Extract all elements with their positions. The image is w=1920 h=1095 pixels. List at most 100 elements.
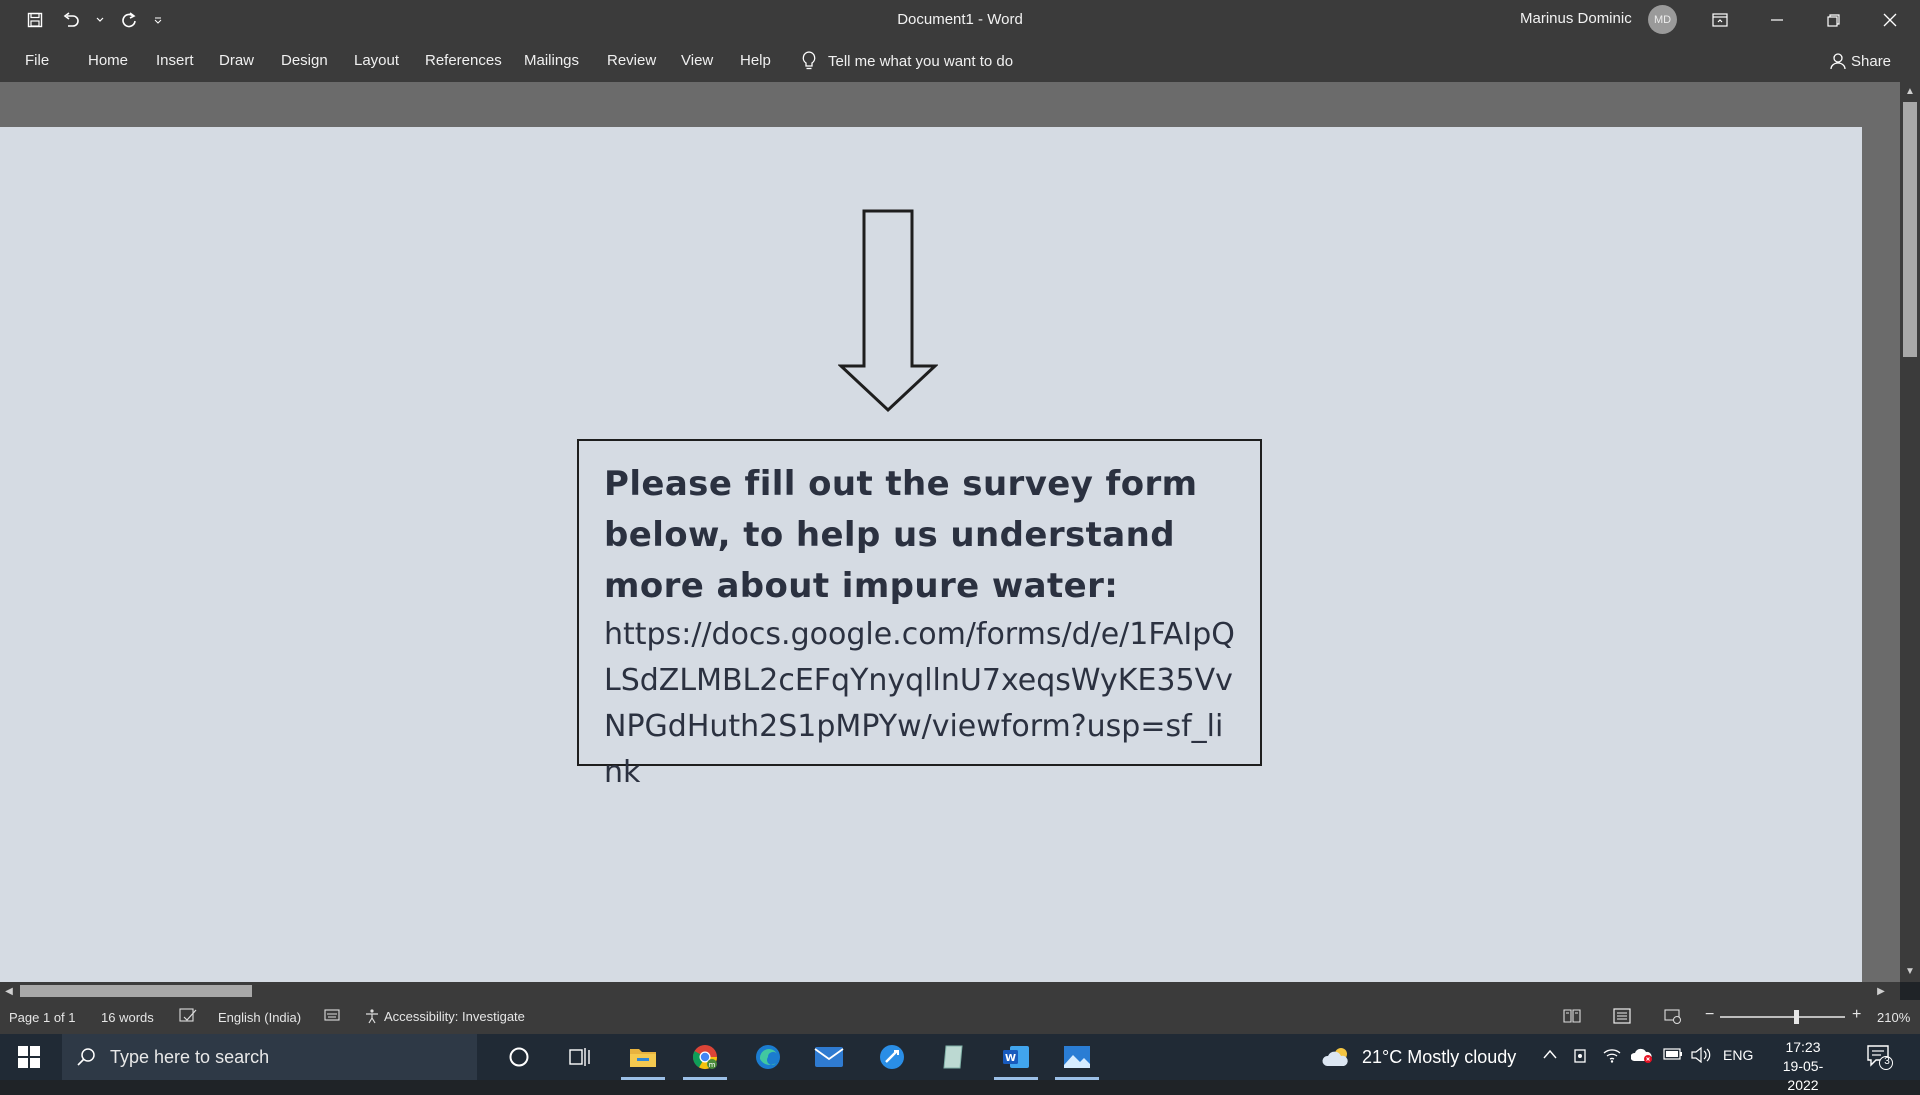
- language-indicator[interactable]: English (India): [218, 1010, 301, 1025]
- scroll-right-button[interactable]: ▶: [1872, 982, 1890, 1000]
- down-arrow-shape[interactable]: [838, 207, 938, 413]
- horizontal-scroll-thumb[interactable]: [20, 985, 252, 997]
- accessibility-checker[interactable]: Accessibility: Investigate: [364, 1008, 525, 1024]
- edge-icon: [756, 1045, 780, 1069]
- customize-icon: [154, 17, 162, 24]
- chevron-down-icon: [96, 17, 104, 22]
- undo-button[interactable]: [58, 8, 84, 32]
- tab-layout[interactable]: Layout: [354, 52, 399, 69]
- edge-button[interactable]: [740, 1034, 796, 1080]
- weather-label: 21°C Mostly cloudy: [1362, 1046, 1517, 1067]
- undo-icon: [63, 12, 79, 27]
- lightbulb-icon: [802, 51, 816, 70]
- taskbar-search[interactable]: Type here to search: [62, 1034, 477, 1080]
- tab-draw[interactable]: Draw: [219, 52, 254, 69]
- clock-date: 19-05-2022: [1782, 1058, 1824, 1093]
- chevron-up-icon: [1543, 1049, 1557, 1059]
- undo-dropdown[interactable]: [94, 8, 106, 32]
- cortana-icon: [509, 1047, 529, 1067]
- zoom-in-button[interactable]: +: [1852, 1006, 1861, 1024]
- horizontal-scrollbar[interactable]: ◀ ▶: [0, 982, 1900, 1000]
- proofing-button[interactable]: [179, 1008, 197, 1025]
- zoom-slider[interactable]: [1720, 1016, 1845, 1018]
- app-button[interactable]: [864, 1034, 920, 1080]
- ribbon-display-options-button[interactable]: [1697, 0, 1743, 40]
- tab-insert[interactable]: Insert: [156, 52, 194, 69]
- restore-button[interactable]: [1810, 0, 1856, 40]
- volume-icon[interactable]: [1691, 1046, 1711, 1066]
- app-icon: [880, 1045, 904, 1069]
- wifi-icon[interactable]: [1603, 1047, 1621, 1066]
- vertical-scroll-thumb[interactable]: [1903, 102, 1917, 357]
- tab-home[interactable]: Home: [88, 52, 128, 69]
- notification-count: 3: [1884, 1056, 1890, 1067]
- photos-button[interactable]: [1049, 1034, 1105, 1080]
- predictions-button[interactable]: [324, 1008, 340, 1025]
- zoom-slider-thumb[interactable]: [1794, 1010, 1799, 1024]
- tell-me-label: Tell me what you want to do: [828, 52, 1014, 70]
- web-layout-button[interactable]: [1664, 1008, 1682, 1027]
- meet-now-icon[interactable]: [1573, 1047, 1589, 1068]
- battery-icon[interactable]: [1663, 1047, 1683, 1064]
- mail-button[interactable]: [801, 1034, 857, 1080]
- redo-button[interactable]: [116, 8, 142, 32]
- avatar[interactable]: MD: [1648, 5, 1677, 34]
- page-count[interactable]: Page 1 of 1: [9, 1010, 76, 1025]
- web-layout-icon: [1664, 1009, 1681, 1024]
- weather-widget[interactable]: 21°C Mostly cloudy: [1322, 1034, 1516, 1080]
- person-icon: [1830, 53, 1846, 70]
- close-icon: [1883, 13, 1897, 27]
- print-layout-button[interactable]: [1613, 1008, 1631, 1027]
- word-count[interactable]: 16 words: [101, 1010, 154, 1025]
- read-mode-icon: [1563, 1009, 1581, 1023]
- chrome-button[interactable]: m: [677, 1034, 733, 1080]
- svg-text:W: W: [1005, 1053, 1016, 1064]
- tab-view[interactable]: View: [681, 52, 713, 69]
- survey-text-box[interactable]: Please fill out the survey form below, t…: [577, 439, 1262, 790]
- scroll-left-button[interactable]: ◀: [0, 982, 18, 1000]
- notes-app-button[interactable]: [925, 1034, 981, 1080]
- start-button[interactable]: [0, 1034, 58, 1080]
- tab-review[interactable]: Review: [607, 52, 656, 69]
- word-taskbar-button[interactable]: W: [988, 1034, 1044, 1080]
- zoom-level[interactable]: 210%: [1877, 1010, 1910, 1025]
- file-explorer-button[interactable]: [615, 1034, 671, 1080]
- survey-link[interactable]: https://docs.google.com/forms/d/e/1FAIpQ…: [604, 612, 1238, 796]
- tab-mailings[interactable]: Mailings: [524, 52, 579, 69]
- title-bar: Document1 - Word Marinus Dominic MD: [0, 0, 1920, 40]
- chrome-icon: m: [692, 1045, 717, 1070]
- minimize-icon: [1771, 19, 1783, 21]
- show-hidden-icons-button[interactable]: [1543, 1046, 1557, 1062]
- cortana-button[interactable]: [491, 1034, 547, 1080]
- keyboard-icon: [324, 1009, 340, 1021]
- mail-icon: [814, 1047, 844, 1067]
- tab-help[interactable]: Help: [740, 52, 771, 69]
- customize-toolbar-button[interactable]: [152, 8, 164, 32]
- share-label: Share: [1851, 52, 1892, 70]
- vertical-scrollbar[interactable]: ▲ ▼: [1900, 82, 1920, 982]
- window-title: Document1 - Word: [897, 11, 1023, 28]
- read-mode-button[interactable]: [1563, 1008, 1581, 1027]
- tab-references[interactable]: References: [425, 52, 502, 69]
- scroll-down-button[interactable]: ▼: [1900, 962, 1920, 980]
- task-view-button[interactable]: [552, 1034, 608, 1080]
- search-icon: [77, 1048, 95, 1066]
- tab-file[interactable]: File: [25, 52, 49, 69]
- user-name[interactable]: Marinus Dominic: [1520, 10, 1632, 27]
- notifications-button[interactable]: 3: [1866, 1043, 1894, 1076]
- onedrive-error-icon[interactable]: [1630, 1047, 1653, 1066]
- scroll-up-button[interactable]: ▲: [1900, 82, 1920, 100]
- windows-icon: [18, 1046, 40, 1068]
- minimize-button[interactable]: [1754, 0, 1800, 40]
- tab-design[interactable]: Design: [281, 52, 328, 69]
- clock[interactable]: 17:23 19-05-2022: [1768, 1038, 1838, 1095]
- share-button[interactable]: Share: [1830, 52, 1891, 70]
- camera-icon: [1574, 1049, 1586, 1063]
- close-button[interactable]: [1867, 0, 1913, 40]
- save-button[interactable]: [22, 8, 48, 32]
- quick-access-toolbar: [22, 8, 164, 32]
- zoom-out-button[interactable]: −: [1705, 1006, 1714, 1024]
- input-language[interactable]: ENG: [1723, 1047, 1753, 1063]
- tell-me-search[interactable]: Tell me what you want to do: [802, 51, 1013, 71]
- redo-icon: [122, 12, 136, 28]
